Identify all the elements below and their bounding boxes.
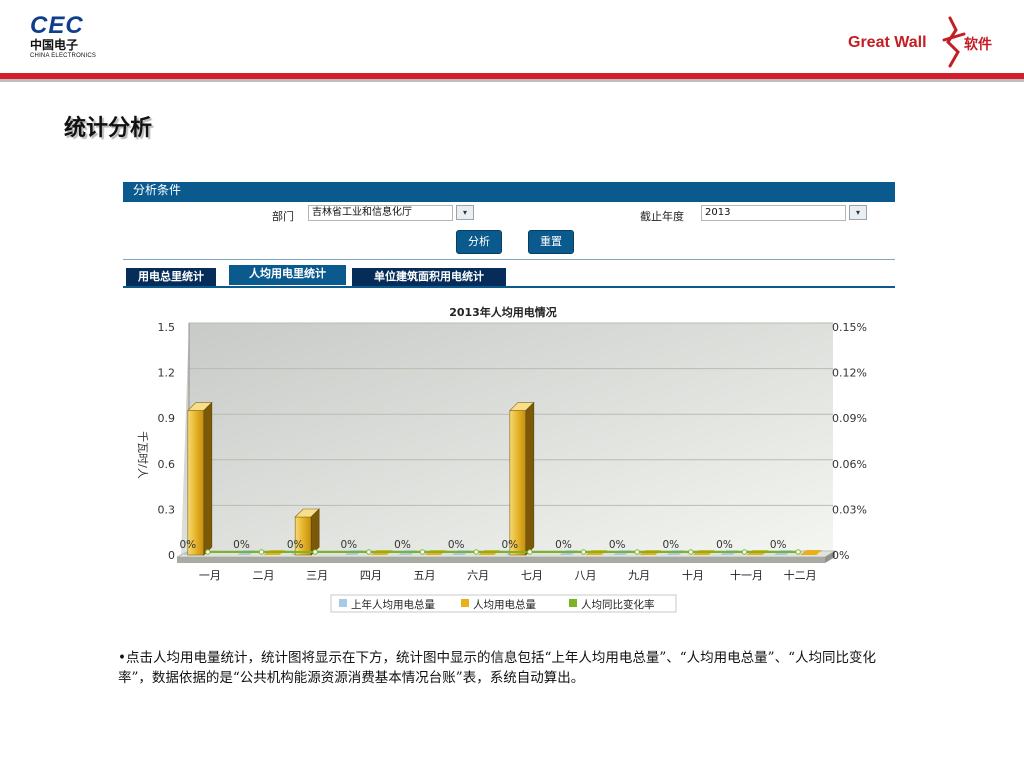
per-capita-chart: 1.5 0.15% 1.2 0.12% 0.9 0.09% 0.6 0.06% 0.3 0.03%… [136, 305, 867, 613]
y2-tick-label: 0.06% [832, 458, 867, 471]
tab-total-power[interactable]: 用电总里统计 [126, 268, 216, 286]
y-tick-label: 0.6 [158, 458, 176, 471]
data-label: 0% [609, 539, 626, 551]
bar-per-capita-side [525, 401, 535, 556]
data-label: 0% [448, 539, 465, 551]
cec-logo-en: CHINA ELECTRONICS [30, 53, 97, 59]
rate-point [419, 549, 426, 555]
data-label: 0% [501, 539, 518, 551]
data-label: 0% [287, 539, 304, 551]
x-tick-label: 四月 [360, 569, 382, 582]
bar-per-capita-side [203, 401, 213, 556]
legend-swatch [569, 599, 577, 607]
x-tick-label: 十月 [682, 568, 704, 582]
analyze-button[interactable]: 分析 [456, 230, 502, 254]
data-label: 0% [555, 539, 572, 551]
department-dropdown-icon[interactable]: ▾ [456, 205, 474, 220]
rate-point [580, 549, 587, 555]
panel-header: 分析条件 [123, 182, 895, 202]
tab-underline [123, 286, 895, 288]
department-label: 部门 [272, 210, 294, 223]
reset-button[interactable]: 重置 [528, 230, 574, 254]
y-tick-label: 0.9 [158, 412, 176, 425]
data-label: 0% [340, 539, 357, 551]
rate-point [688, 549, 694, 555]
y-tick-label: 1.5 [158, 321, 176, 334]
great-wall-logo-text: Great Wall [848, 34, 927, 51]
data-label: 0% [233, 539, 250, 551]
legend-label: 上年人均用电总量 [351, 598, 435, 611]
y2-tick-label: 0.03% [832, 503, 867, 516]
x-tick-label: 十二月 [784, 568, 817, 582]
rate-point [634, 549, 640, 555]
analysis-form: 部门 吉林省工业和信息化厅 ▾ 截止年度 2013 ▾ 分析 重置 [123, 202, 895, 258]
rate-point [473, 549, 479, 555]
year-select[interactable]: 2013 [701, 205, 846, 221]
data-label: 0% [716, 539, 733, 551]
x-tick-label: 五月 [414, 569, 436, 582]
y-axis-label: 千瓦时/人 [136, 431, 149, 479]
rate-point [795, 549, 801, 555]
cec-logo: CEC 中国电子 CHINA ELECTRONICS [30, 14, 100, 60]
legend-label: 人均同比变化率 [581, 598, 655, 611]
legend-label: 人均用电总量 [473, 598, 536, 611]
x-tick-label: 六月 [467, 569, 489, 582]
bar-per-capita [187, 410, 205, 556]
x-tick-label: 九月 [628, 569, 650, 582]
great-wall-logo: Great Wall 软件 [848, 14, 1008, 70]
tab-per-capita-power[interactable]: 人均用电里统计 [229, 265, 346, 285]
rate-point [205, 549, 211, 555]
tab-area-power[interactable]: 单位建筑面积用电统计 [352, 268, 506, 286]
x-tick-label: 十一月 [730, 568, 763, 582]
y2-tick-label: 0% [832, 549, 849, 562]
y-tick-label: 0.3 [158, 503, 176, 516]
legend-swatch [339, 599, 347, 607]
panel-divider [123, 259, 895, 260]
department-select[interactable]: 吉林省工业和信息化厅 [308, 205, 453, 221]
y-tick-label: 1.2 [158, 367, 176, 380]
description-note: •点击人均用电量统计，统计图将显示在下方，统计图中显示的信息包括“上年人均用电总… [118, 650, 876, 686]
chart-legend: 上年人均用电总量 人均用电总量 人均同比变化率 [330, 594, 677, 613]
cec-logo-zh: 中国电子 [30, 38, 79, 52]
chart-title: 2013年人均用电情况 [449, 305, 557, 319]
header-gray-bar [0, 79, 1024, 82]
data-label: 0% [179, 539, 196, 551]
rate-point [741, 549, 748, 555]
slide-title: 统计分析 [64, 116, 153, 141]
y2-tick-label: 0.15% [832, 321, 867, 334]
x-tick-label: 一月 [199, 569, 221, 582]
x-tick-label: 三月 [306, 569, 328, 582]
x-tick-label: 七月 [521, 569, 543, 582]
data-label: 0% [770, 539, 787, 551]
year-label: 截止年度 [640, 210, 684, 223]
rate-point [527, 549, 533, 555]
bar-per-capita-side [310, 508, 320, 556]
plot-background [181, 323, 833, 555]
rate-point [366, 549, 372, 555]
x-tick-label: 二月 [253, 569, 275, 582]
y2-tick-label: 0.12% [832, 367, 867, 380]
x-tick-label: 八月 [575, 569, 597, 582]
y-tick-label: 0 [168, 549, 175, 562]
rate-point [258, 549, 265, 555]
legend-swatch [461, 599, 469, 607]
great-wall-logo-soft: 软件 [964, 37, 992, 53]
y2-tick-label: 0.09% [832, 412, 867, 425]
data-label: 0% [662, 539, 679, 551]
bar-per-capita [509, 410, 527, 556]
year-dropdown-icon[interactable]: ▾ [849, 205, 867, 220]
rate-point [312, 549, 318, 555]
data-label: 0% [394, 539, 411, 551]
plot-floor-edge [177, 557, 825, 563]
cec-logo-main: CEC [30, 12, 84, 39]
